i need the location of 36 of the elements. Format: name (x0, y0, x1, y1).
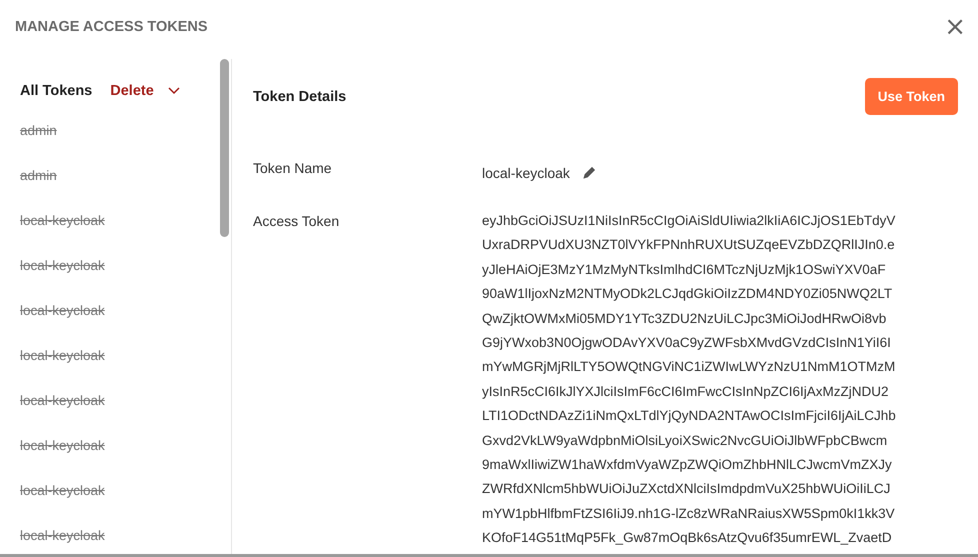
access-token-line: 90aW1lIjoxNzM2NTMyODk2LCJqdGkiOiIzZDM4NDY0Zi05NWQ2LT (482, 285, 894, 304)
token-details-heading: Token Details (253, 88, 346, 104)
access-token-line: mYwMGRjMjRlLTY5OWQtNGViNC1iZWIwLWYzNzU1NmM1OTMzM (482, 358, 896, 376)
access-token-line: UxraDRPVUdXU3NZT0lVYkFPNnhRUXUtSUZqeEVZbDZQRlIJIn0.e (482, 236, 896, 254)
token-item[interactable]: admin (20, 153, 57, 198)
token-item[interactable]: local-keycloak (20, 468, 105, 513)
access-token-line: KOfoF14G51tMqP5Fk_Gw87mOqBk6sAtzQvu6f35umrEWL_ZvaetD (482, 529, 893, 548)
token-name-value: local-keycloak (482, 165, 570, 181)
token-item[interactable]: local-keycloak (20, 513, 105, 554)
access-token-line: QwZjktOWMxMi05MDY1YTc3ZDU2NzUiLCJpc3MiOiJodHRwOi8vb (482, 310, 888, 328)
token-item[interactable]: local-keycloak (20, 378, 105, 423)
access-token-line: mYW1pbHlfbmFtZSI6IiJ9.nh1G-lZc8zWRaNRaiusXW5Spm0kI1kk3V (482, 504, 896, 523)
access-token-line: LTI1ODctNDAzZi1iNmQxLTdlYjQyNDA2NTAwOCIsImFjciI6IjAiLCJhb (482, 407, 896, 426)
delete-dropdown[interactable]: Delete (110, 83, 180, 99)
access-token-line: yJleHAiOjE3MzY1MzMyNTksImlhdCI6MTczNjUzMjk1OSwiYXV0aF (482, 260, 887, 279)
access-token-line: ZWRfdXNlcm5hbWUiOiJuZXctdXNlciIsImdpdmVuX25hbWUiOiIiLCJ (482, 480, 892, 498)
field-label: Access Token (253, 212, 340, 231)
access-token-line: Gxvd2VkLW9yaWdpbnMiOlsiLyoiXSwic2NvcGUiOiJlbWFpbCBwcm (482, 432, 888, 450)
access-token-line: 9maWxlIiwiZW1haWxfdmVyaWZpZWQiOmZhbHNlLCJwcmVmZXJy (482, 456, 893, 474)
pencil-icon[interactable] (582, 166, 596, 180)
access-token-line: yIsInR5cCI6IkJlYXJlciIsImF6cCI6ImFwcCIsInNpZCI6IjAxMzZjNDU2 (482, 382, 890, 401)
scrollbar[interactable] (220, 59, 229, 237)
close-button[interactable]: × (940, 16, 970, 38)
access-token-line: G9jYWxob3N0OjgwODAvYXV0aC9yZWFsbXMvdGVzdCIsInN1YiI6I (482, 334, 892, 352)
chevron-down-icon (168, 87, 180, 95)
access-token-line: eyJhbGciOiJSUzI1NiIsInR5cCIgOiAiSldUIiwia2lkIiA6ICJjOS1EbTdyV (482, 212, 896, 230)
dialog-title: MANAGE ACCESS TOKENS (15, 19, 208, 35)
token-item[interactable]: local-keycloak (20, 288, 105, 333)
token-item[interactable]: local-keycloak (20, 333, 105, 378)
all-tokens-heading: All Tokens (20, 83, 92, 99)
token-item[interactable]: local-keycloak (20, 243, 105, 288)
use-token-button[interactable]: Use Token (864, 78, 958, 115)
token-item[interactable]: local-keycloak (20, 198, 105, 243)
token-item[interactable]: admin (20, 108, 57, 153)
token-item[interactable]: local-keycloak (20, 423, 105, 468)
field-label: Token Name (253, 160, 333, 178)
